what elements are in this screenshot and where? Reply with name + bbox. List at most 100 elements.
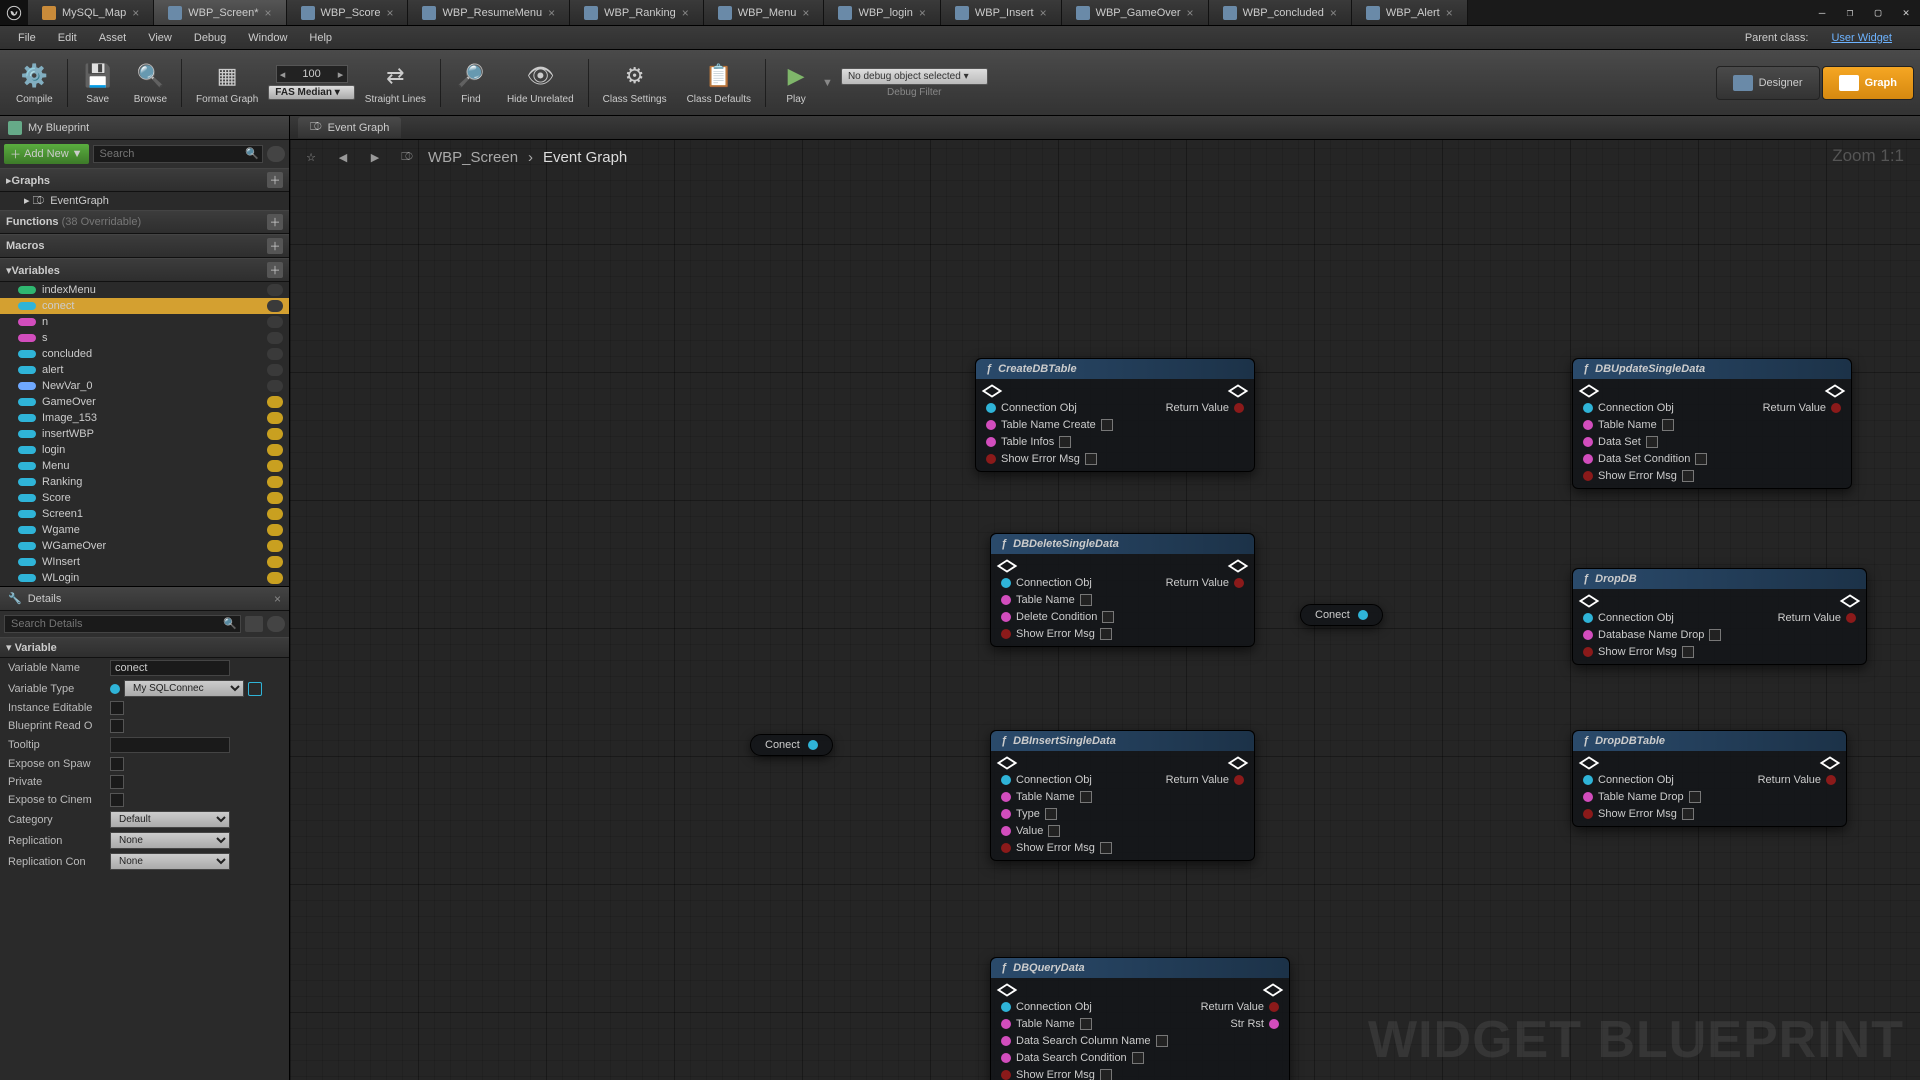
- close-button[interactable]: ✕: [1892, 0, 1920, 25]
- variable-item[interactable]: Menu: [0, 458, 289, 474]
- visibility-icon[interactable]: [267, 572, 283, 584]
- variable-type-select[interactable]: My SQLConnec: [124, 680, 244, 697]
- expose-spawn-checkbox[interactable]: [110, 757, 124, 771]
- visibility-icon[interactable]: [267, 524, 283, 536]
- menu-edit[interactable]: Edit: [48, 29, 87, 47]
- visibility-icon[interactable]: [267, 364, 283, 376]
- input-pin[interactable]: [1583, 647, 1593, 657]
- exec-out-pin[interactable]: [1228, 384, 1249, 397]
- close-icon[interactable]: ×: [1446, 6, 1453, 20]
- tooltip-input[interactable]: [110, 737, 230, 753]
- instance-editable-checkbox[interactable]: [110, 701, 124, 715]
- format-number-input[interactable]: ◂▸: [276, 65, 348, 83]
- spin-up-icon[interactable]: ▸: [335, 68, 347, 81]
- variable-item[interactable]: WGameOver: [0, 538, 289, 554]
- conect-getter-node-2[interactable]: Conect: [1300, 604, 1383, 626]
- close-icon[interactable]: ×: [1187, 6, 1194, 20]
- input-pin[interactable]: [1583, 630, 1593, 640]
- variable-category[interactable]: ▾ Variable: [0, 637, 289, 658]
- variable-item[interactable]: login: [0, 442, 289, 458]
- visibility-icon[interactable]: [267, 460, 283, 472]
- output-pin[interactable]: [1831, 403, 1841, 413]
- hide-unrelated-button[interactable]: 👁Hide Unrelated: [497, 54, 584, 112]
- exec-in-pin[interactable]: [1579, 756, 1600, 769]
- function-node-droptable[interactable]: ƒDropDBTableConnection ObjReturn ValueTa…: [1572, 730, 1847, 827]
- visibility-icon[interactable]: [267, 380, 283, 392]
- format-graph-button[interactable]: ▦Format Graph: [186, 54, 268, 112]
- variable-item[interactable]: Screen1: [0, 506, 289, 522]
- input-pin[interactable]: [986, 454, 996, 464]
- exec-out-pin[interactable]: [1825, 384, 1846, 397]
- graph-home-icon[interactable]: ⎄: [396, 146, 418, 168]
- input-pin[interactable]: [1001, 1036, 1011, 1046]
- graph-mode-tab[interactable]: Graph: [1822, 66, 1914, 100]
- visibility-toggle[interactable]: [267, 146, 285, 162]
- pin-default-input[interactable]: [1085, 453, 1097, 465]
- close-icon[interactable]: ×: [919, 6, 926, 20]
- visibility-icon[interactable]: [267, 412, 283, 424]
- variable-item[interactable]: insertWBP: [0, 426, 289, 442]
- visibility-icon[interactable]: [267, 556, 283, 568]
- output-pin[interactable]: [1234, 578, 1244, 588]
- function-node-dropdb[interactable]: ƒDropDBConnection ObjReturn ValueDatabas…: [1572, 568, 1867, 665]
- property-matrix-button[interactable]: [245, 616, 263, 632]
- nav-forward-button[interactable]: ▶: [364, 146, 386, 168]
- input-pin[interactable]: [1583, 403, 1593, 413]
- variable-item[interactable]: Image_153: [0, 410, 289, 426]
- exec-in-pin[interactable]: [982, 384, 1003, 397]
- main-tab[interactable]: WBP_login×: [824, 0, 940, 25]
- close-icon[interactable]: ×: [1330, 6, 1337, 20]
- pin-default-input[interactable]: [1695, 453, 1707, 465]
- details-visibility-toggle[interactable]: [267, 616, 285, 632]
- main-tab[interactable]: WBP_GameOver×: [1062, 0, 1209, 25]
- pin-default-input[interactable]: [1059, 436, 1071, 448]
- input-pin[interactable]: [986, 403, 996, 413]
- input-pin[interactable]: [1001, 629, 1011, 639]
- menu-window[interactable]: Window: [238, 29, 297, 47]
- menu-debug[interactable]: Debug: [184, 29, 236, 47]
- macros-section[interactable]: Macros＋: [0, 234, 289, 258]
- input-pin[interactable]: [1001, 809, 1011, 819]
- input-pin[interactable]: [1583, 613, 1593, 623]
- variable-item[interactable]: WInsert: [0, 554, 289, 570]
- input-pin[interactable]: [1001, 843, 1011, 853]
- play-dropdown-icon[interactable]: ▼: [822, 77, 833, 89]
- browse-button[interactable]: 🔍Browse: [124, 54, 177, 112]
- class-defaults-button[interactable]: 📋Class Defaults: [677, 54, 761, 112]
- add-new-button[interactable]: ＋Add New▼: [4, 144, 89, 164]
- variable-item[interactable]: s: [0, 330, 289, 346]
- blueprint-readonly-checkbox[interactable]: [110, 719, 124, 733]
- node-header[interactable]: ƒDBInsertSingleData: [991, 731, 1254, 751]
- output-pin[interactable]: [1846, 613, 1856, 623]
- pin-default-input[interactable]: [1080, 594, 1092, 606]
- variable-item[interactable]: indexMenu: [0, 282, 289, 298]
- debug-object-select[interactable]: No debug object selected ▾: [841, 68, 988, 85]
- variable-name-input[interactable]: [110, 660, 230, 676]
- main-tab[interactable]: WBP_Alert×: [1352, 0, 1468, 25]
- close-icon[interactable]: ×: [682, 6, 689, 20]
- pin-default-input[interactable]: [1080, 791, 1092, 803]
- close-icon[interactable]: ×: [548, 6, 555, 20]
- input-pin[interactable]: [1583, 437, 1593, 447]
- input-pin[interactable]: [986, 420, 996, 430]
- pin-default-input[interactable]: [1048, 825, 1060, 837]
- function-node-updatesingle[interactable]: ƒDBUpdateSingleDataConnection ObjReturn …: [1572, 358, 1852, 489]
- pin-default-input[interactable]: [1682, 470, 1694, 482]
- exec-in-pin[interactable]: [997, 559, 1018, 572]
- variable-item[interactable]: NewVar_0: [0, 378, 289, 394]
- save-button[interactable]: 💾Save: [72, 54, 124, 112]
- variable-item[interactable]: WLogin: [0, 570, 289, 586]
- function-node-createdb[interactable]: ƒCreateDBTableConnection ObjReturn Value…: [975, 358, 1255, 472]
- input-pin[interactable]: [1001, 612, 1011, 622]
- pin-default-input[interactable]: [1102, 611, 1114, 623]
- input-pin[interactable]: [1001, 1002, 1011, 1012]
- parent-class-link[interactable]: User Widget: [1821, 29, 1902, 47]
- visibility-icon[interactable]: [267, 316, 283, 328]
- event-graph-tab[interactable]: ⎄ Event Graph: [298, 117, 401, 138]
- add-function-button[interactable]: ＋: [267, 214, 283, 230]
- close-icon[interactable]: ×: [265, 6, 272, 20]
- details-tab[interactable]: 🔧Details×: [0, 587, 289, 611]
- main-tab[interactable]: WBP_Menu×: [704, 0, 825, 25]
- add-macro-button[interactable]: ＋: [267, 238, 283, 254]
- play-button[interactable]: ▶Play: [770, 54, 822, 112]
